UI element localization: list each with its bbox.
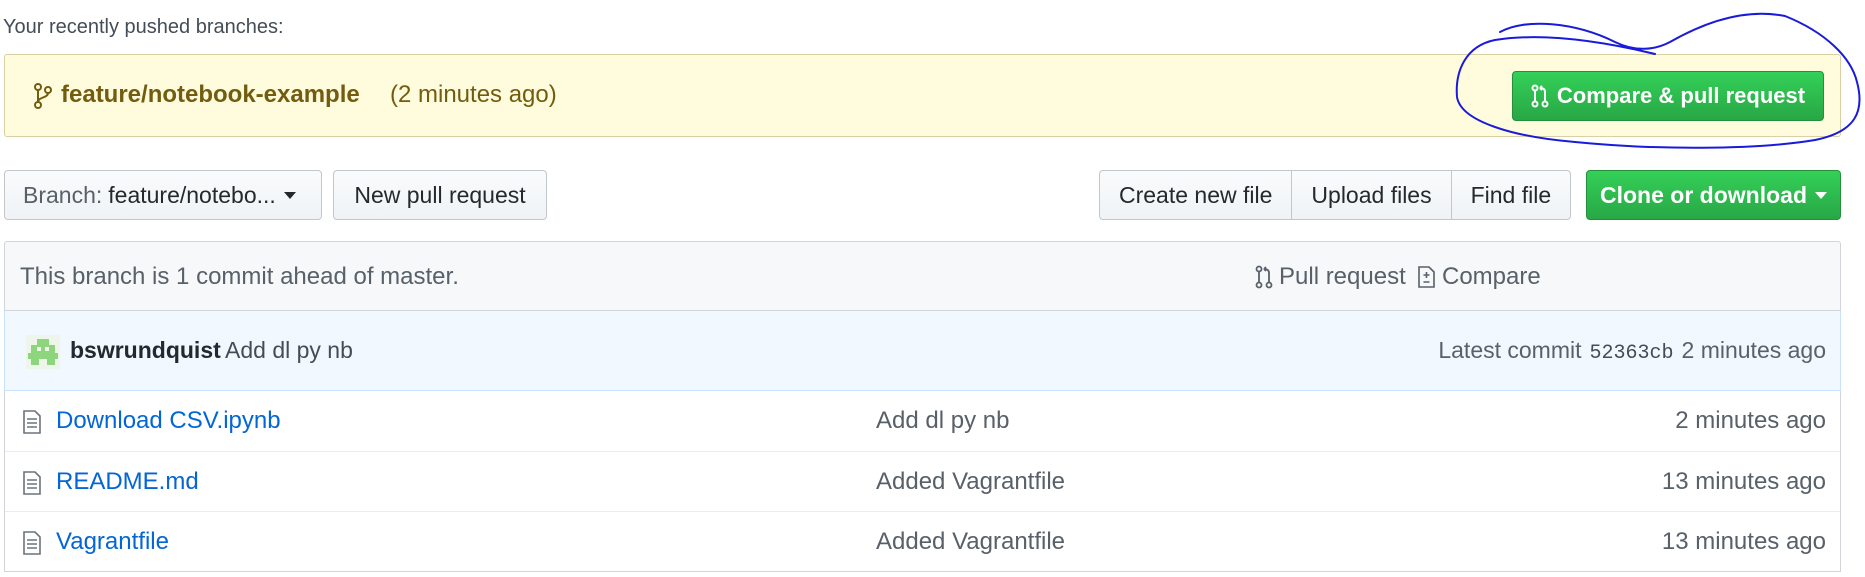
caret-down-icon — [283, 191, 296, 199]
compare-link-label: Compare — [1442, 263, 1541, 290]
compare-link[interactable]: Compare — [1416, 263, 1541, 291]
file-name-link[interactable]: README.md — [56, 468, 199, 496]
branch-status-text: This branch is 1 commit ahead of master. — [20, 263, 459, 290]
table-row: README.md Added Vagrantfile 13 minutes a… — [5, 451, 1840, 511]
file-commit-message-link[interactable]: Added Vagrantfile — [876, 528, 1065, 556]
file-commit-message-link[interactable]: Add dl py nb — [876, 407, 1009, 435]
compare-pull-request-button[interactable]: Compare & pull request — [1512, 71, 1824, 121]
file-text-icon — [23, 410, 41, 434]
git-branch-icon — [34, 83, 52, 109]
caret-down-icon — [1815, 191, 1827, 199]
file-text-icon — [23, 531, 41, 555]
git-pull-request-icon — [1531, 84, 1549, 108]
recent-branch-link[interactable]: feature/notebook-example — [61, 81, 360, 109]
branch-info-bar: This branch is 1 commit ahead of master.… — [4, 241, 1841, 311]
commit-message-link[interactable]: Add dl py nb — [225, 337, 353, 364]
create-new-file-button[interactable]: Create new file — [1099, 170, 1293, 220]
branch-selector-value: feature/notebo... — [108, 181, 276, 208]
file-list: Download CSV.ipynb Add dl py nb 2 minute… — [4, 391, 1841, 572]
file-age: 13 minutes ago — [1661, 468, 1826, 495]
recent-branch-time: (2 minutes ago) — [390, 81, 557, 108]
commit-sha-link[interactable]: 52363cb — [1590, 342, 1674, 365]
table-row: Vagrantfile Added Vagrantfile 13 minutes… — [5, 511, 1840, 571]
recently-pushed-label: Your recently pushed branches: — [3, 16, 284, 38]
diff-icon — [1418, 266, 1435, 288]
file-text-icon — [23, 471, 41, 495]
file-name-link[interactable]: Vagrantfile — [56, 528, 169, 556]
clone-or-download-button[interactable]: Clone or download — [1586, 170, 1841, 220]
git-pull-request-icon — [1255, 265, 1273, 289]
file-age: 2 minutes ago — [1675, 407, 1826, 434]
branch-selector[interactable]: Branch: feature/notebo... — [4, 170, 322, 220]
new-pull-request-button[interactable]: New pull request — [333, 170, 547, 220]
find-file-button[interactable]: Find file — [1450, 170, 1572, 220]
branch-prefix-label: Branch: — [23, 181, 103, 208]
latest-commit-bar: bswrundquist Add dl py nb Latest commit … — [4, 311, 1841, 391]
file-age: 13 minutes ago — [1661, 528, 1826, 555]
latest-commit-info: Latest commit 52363cb 2 minutes ago — [1438, 337, 1826, 365]
clone-or-download-label: Clone or download — [1600, 181, 1807, 208]
file-name-link[interactable]: Download CSV.ipynb — [56, 407, 281, 435]
pull-request-link-label: Pull request — [1279, 263, 1406, 290]
upload-files-button[interactable]: Upload files — [1291, 170, 1452, 220]
avatar[interactable] — [26, 335, 60, 369]
commit-author-link[interactable]: bswrundquist — [70, 337, 221, 364]
file-actions-group: Create new file Upload files Find file — [1099, 170, 1572, 220]
file-commit-message-link[interactable]: Added Vagrantfile — [876, 468, 1065, 496]
compare-pull-request-label: Compare & pull request — [1556, 83, 1806, 108]
pull-request-link[interactable]: Pull request — [1255, 263, 1406, 291]
table-row: Download CSV.ipynb Add dl py nb 2 minute… — [5, 391, 1840, 451]
commit-time: 2 minutes ago — [1681, 337, 1826, 363]
latest-commit-label: Latest commit — [1438, 337, 1582, 363]
